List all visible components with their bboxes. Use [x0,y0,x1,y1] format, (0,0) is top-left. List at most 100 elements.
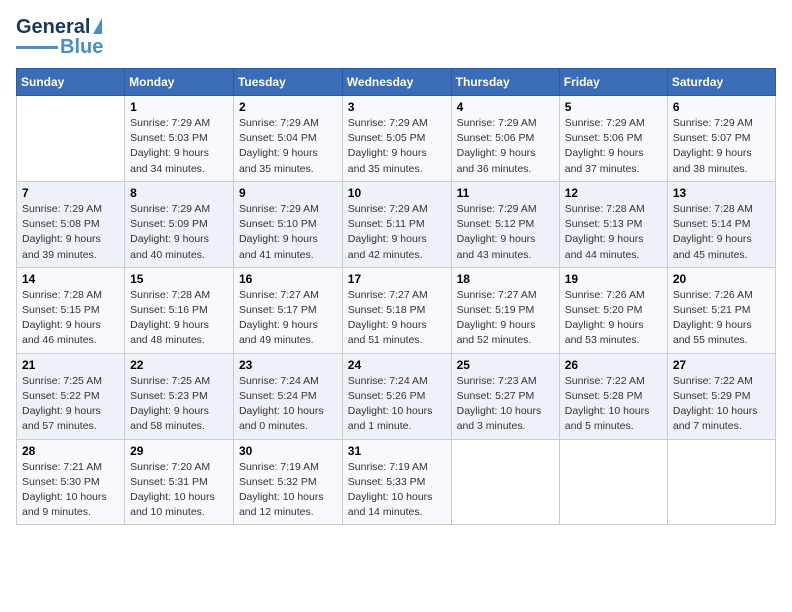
day-number: 1 [130,100,228,114]
day-number: 8 [130,186,228,200]
day-cell: 5 Sunrise: 7:29 AMSunset: 5:06 PMDaylight… [559,96,667,182]
day-info: Sunrise: 7:29 AMSunset: 5:05 PMDaylight:… [348,116,446,177]
day-info: Sunrise: 7:28 AMSunset: 5:13 PMDaylight:… [565,202,662,263]
day-info: Sunrise: 7:27 AMSunset: 5:17 PMDaylight:… [239,288,337,349]
day-number: 26 [565,358,662,372]
day-number: 17 [348,272,446,286]
day-cell: 26 Sunrise: 7:22 AMSunset: 5:28 PMDayligh… [559,353,667,439]
day-info: Sunrise: 7:29 AMSunset: 5:08 PMDaylight:… [22,202,119,263]
day-info: Sunrise: 7:24 AMSunset: 5:26 PMDaylight:… [348,374,446,435]
day-number: 28 [22,444,119,458]
day-number: 4 [457,100,554,114]
day-info: Sunrise: 7:21 AMSunset: 5:30 PMDaylight:… [22,460,119,521]
day-info: Sunrise: 7:29 AMSunset: 5:09 PMDaylight:… [130,202,228,263]
day-info: Sunrise: 7:20 AMSunset: 5:31 PMDaylight:… [130,460,228,521]
day-cell: 23 Sunrise: 7:24 AMSunset: 5:24 PMDayligh… [233,353,342,439]
day-info: Sunrise: 7:27 AMSunset: 5:18 PMDaylight:… [348,288,446,349]
day-info: Sunrise: 7:19 AMSunset: 5:33 PMDaylight:… [348,460,446,521]
day-info: Sunrise: 7:29 AMSunset: 5:07 PMDaylight:… [673,116,770,177]
day-info: Sunrise: 7:25 AMSunset: 5:23 PMDaylight:… [130,374,228,435]
day-info: Sunrise: 7:28 AMSunset: 5:16 PMDaylight:… [130,288,228,349]
day-number: 20 [673,272,770,286]
day-number: 5 [565,100,662,114]
day-cell: 30Sunrise: 7:19 AMSunset: 5:32 PMDayligh… [233,439,342,525]
day-cell: 6 Sunrise: 7:29 AMSunset: 5:07 PMDaylight… [667,96,775,182]
day-cell: 15 Sunrise: 7:28 AMSunset: 5:16 PMDayligh… [125,267,234,353]
day-cell [451,439,559,525]
day-cell: 22 Sunrise: 7:25 AMSunset: 5:23 PMDayligh… [125,353,234,439]
day-info: Sunrise: 7:24 AMSunset: 5:24 PMDaylight:… [239,374,337,435]
day-number: 23 [239,358,337,372]
day-number: 16 [239,272,337,286]
day-info: Sunrise: 7:29 AMSunset: 5:06 PMDaylight:… [457,116,554,177]
day-cell: 31 Sunrise: 7:19 AMSunset: 5:33 PMDayligh… [342,439,451,525]
day-number: 6 [673,100,770,114]
day-number: 25 [457,358,554,372]
day-info: Sunrise: 7:29 AMSunset: 5:04 PMDaylight:… [239,116,337,177]
day-cell: 14 Sunrise: 7:28 AMSunset: 5:15 PMDayligh… [17,267,125,353]
day-cell: 9Sunrise: 7:29 AMSunset: 5:10 PMDaylight… [233,181,342,267]
day-number: 7 [22,186,119,200]
day-info: Sunrise: 7:29 AMSunset: 5:03 PMDaylight:… [130,116,228,177]
day-number: 13 [673,186,770,200]
day-cell: 28 Sunrise: 7:21 AMSunset: 5:30 PMDayligh… [17,439,125,525]
day-cell: 2 Sunrise: 7:29 AMSunset: 5:04 PMDaylight… [233,96,342,182]
day-info: Sunrise: 7:29 AMSunset: 5:06 PMDaylight:… [565,116,662,177]
day-info: Sunrise: 7:22 AMSunset: 5:28 PMDaylight:… [565,374,662,435]
day-info: Sunrise: 7:27 AMSunset: 5:19 PMDaylight:… [457,288,554,349]
day-cell: 24Sunrise: 7:24 AMSunset: 5:26 PMDayligh… [342,353,451,439]
page-header: General Blue [16,16,776,58]
day-cell [17,96,125,182]
week-row-4: 21 Sunrise: 7:25 AMSunset: 5:22 PMDayligh… [17,353,776,439]
day-number: 9 [239,186,337,200]
day-info: Sunrise: 7:29 AMSunset: 5:11 PMDaylight:… [348,202,446,263]
header-thursday: Thursday [451,69,559,96]
day-number: 30 [239,444,337,458]
day-number: 14 [22,272,119,286]
day-number: 2 [239,100,337,114]
day-number: 29 [130,444,228,458]
day-cell: 21 Sunrise: 7:25 AMSunset: 5:22 PMDayligh… [17,353,125,439]
day-number: 18 [457,272,554,286]
day-cell: 25 Sunrise: 7:23 AMSunset: 5:27 PMDayligh… [451,353,559,439]
day-info: Sunrise: 7:28 AMSunset: 5:15 PMDaylight:… [22,288,119,349]
day-info: Sunrise: 7:28 AMSunset: 5:14 PMDaylight:… [673,202,770,263]
day-cell: 29 Sunrise: 7:20 AMSunset: 5:31 PMDayligh… [125,439,234,525]
day-number: 15 [130,272,228,286]
day-cell: 17 Sunrise: 7:27 AMSunset: 5:18 PMDayligh… [342,267,451,353]
logo-text-blue: Blue [60,36,103,58]
logo: General Blue [16,16,103,58]
day-cell [667,439,775,525]
day-cell: 1 Sunrise: 7:29 AMSunset: 5:03 PMDaylight… [125,96,234,182]
day-number: 22 [130,358,228,372]
day-info: Sunrise: 7:26 AMSunset: 5:21 PMDaylight:… [673,288,770,349]
day-number: 21 [22,358,119,372]
calendar-table: SundayMondayTuesdayWednesdayThursdayFrid… [16,68,776,525]
logo-text-general: General [16,16,90,38]
day-number: 19 [565,272,662,286]
day-cell: 4 Sunrise: 7:29 AMSunset: 5:06 PMDaylight… [451,96,559,182]
header-saturday: Saturday [667,69,775,96]
week-row-5: 28 Sunrise: 7:21 AMSunset: 5:30 PMDayligh… [17,439,776,525]
day-cell: 13 Sunrise: 7:28 AMSunset: 5:14 PMDayligh… [667,181,775,267]
day-number: 10 [348,186,446,200]
day-info: Sunrise: 7:26 AMSunset: 5:20 PMDaylight:… [565,288,662,349]
day-cell: 20 Sunrise: 7:26 AMSunset: 5:21 PMDayligh… [667,267,775,353]
day-cell: 27Sunrise: 7:22 AMSunset: 5:29 PMDayligh… [667,353,775,439]
header-wednesday: Wednesday [342,69,451,96]
day-cell: 11Sunrise: 7:29 AMSunset: 5:12 PMDayligh… [451,181,559,267]
day-cell: 18 Sunrise: 7:27 AMSunset: 5:19 PMDayligh… [451,267,559,353]
day-info: Sunrise: 7:22 AMSunset: 5:29 PMDaylight:… [673,374,770,435]
day-info: Sunrise: 7:25 AMSunset: 5:22 PMDaylight:… [22,374,119,435]
day-cell: 10 Sunrise: 7:29 AMSunset: 5:11 PMDayligh… [342,181,451,267]
calendar-header-row: SundayMondayTuesdayWednesdayThursdayFrid… [17,69,776,96]
day-cell [559,439,667,525]
day-cell: 12 Sunrise: 7:28 AMSunset: 5:13 PMDayligh… [559,181,667,267]
day-number: 31 [348,444,446,458]
day-number: 3 [348,100,446,114]
header-tuesday: Tuesday [233,69,342,96]
header-sunday: Sunday [17,69,125,96]
day-cell: 7 Sunrise: 7:29 AMSunset: 5:08 PMDaylight… [17,181,125,267]
day-info: Sunrise: 7:23 AMSunset: 5:27 PMDaylight:… [457,374,554,435]
day-number: 12 [565,186,662,200]
